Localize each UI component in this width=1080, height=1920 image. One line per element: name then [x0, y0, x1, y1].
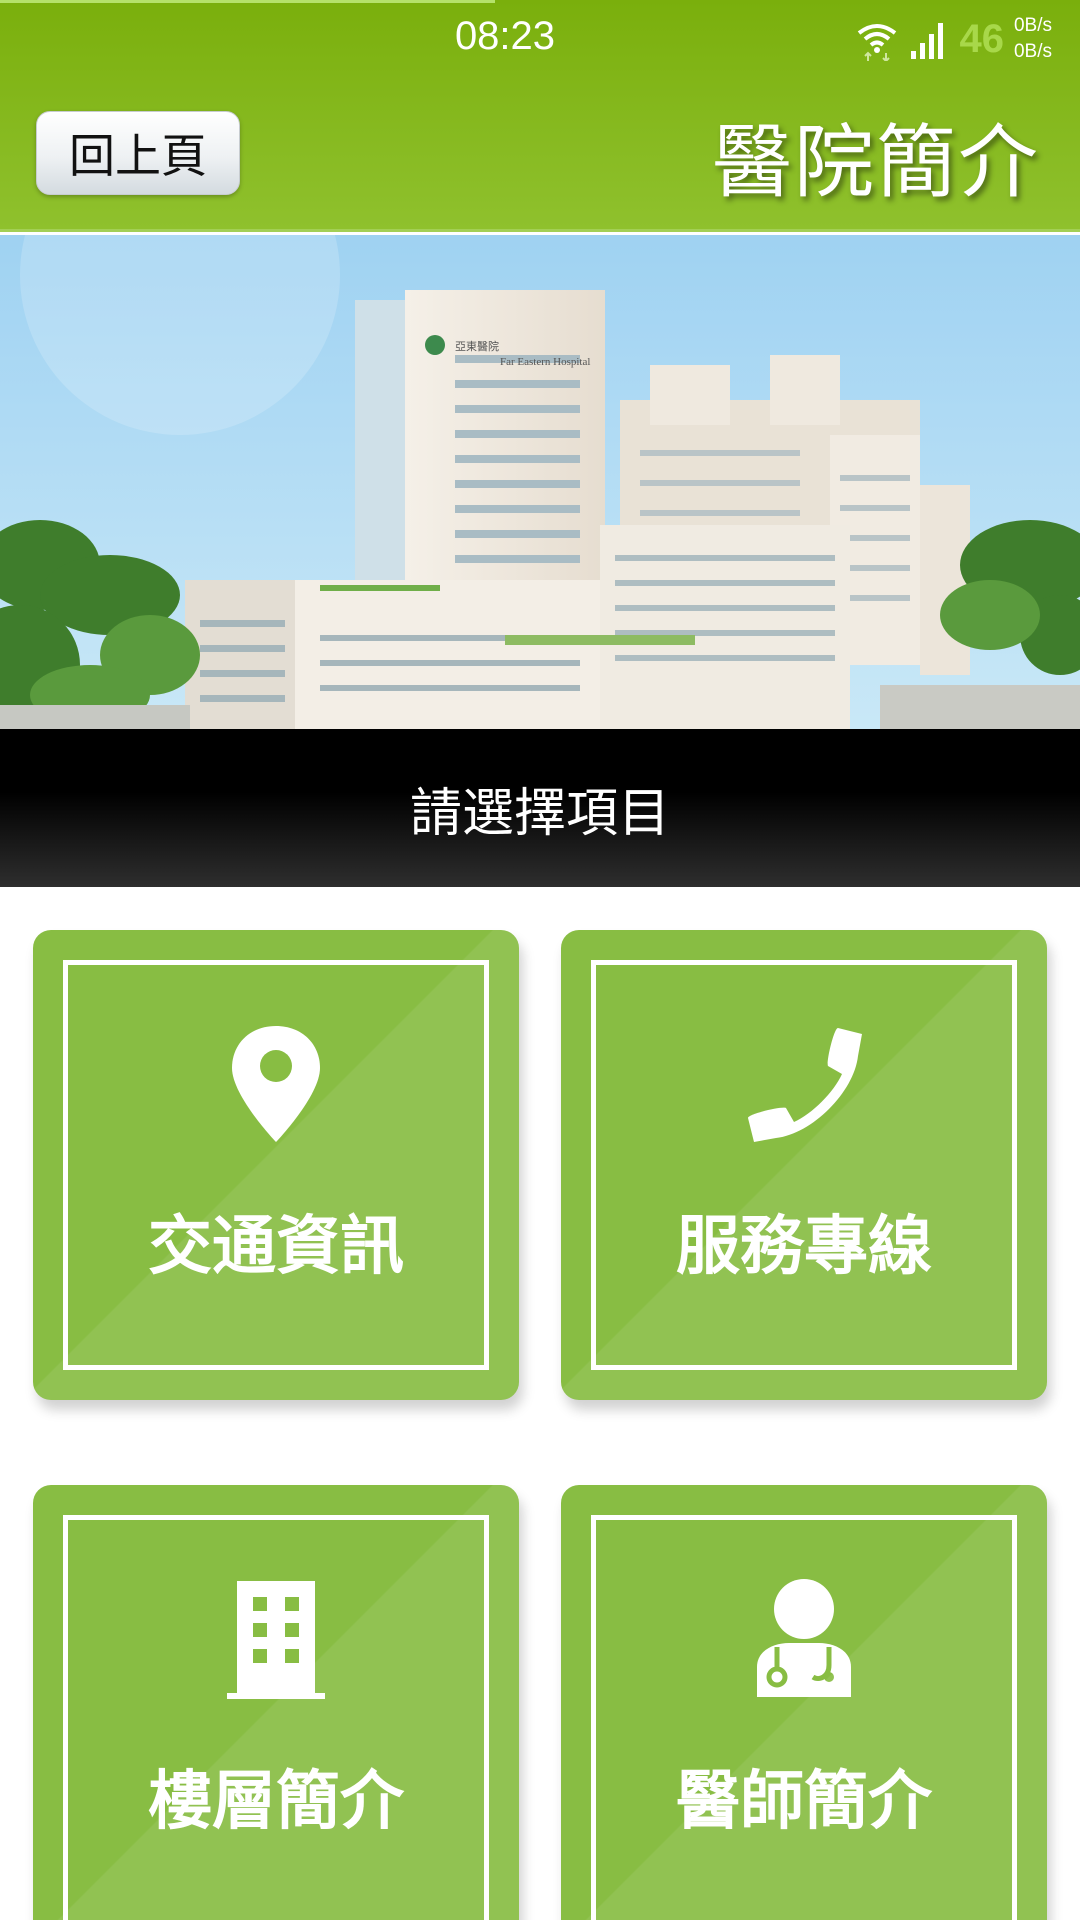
tile-label: 服務專線 [676, 1210, 932, 1284]
hospital-logo [425, 335, 445, 355]
network-type-badge: 46 [959, 16, 1004, 61]
cellular-signal-icon [909, 17, 949, 61]
app-header: 08:23 46 0B/s 0B/s 回上頁 醫院簡介 [0, 0, 1080, 232]
phone-icon [561, 1022, 1047, 1146]
upload-speed: 0B/s [1013, 15, 1052, 36]
menu-tile-traffic-info[interactable]: 交通資訊 [33, 930, 519, 1400]
wifi-icon [855, 17, 899, 61]
building-icon [33, 1577, 519, 1701]
download-speed: 0B/s [1013, 41, 1052, 62]
doctor-icon [561, 1577, 1047, 1701]
map-pin-icon [33, 1022, 519, 1146]
tile-frame [63, 1515, 489, 1920]
select-prompt: 請選擇項目 [0, 729, 1080, 887]
network-speed: 0B/s 0B/s [1014, 13, 1052, 65]
tile-label: 交通資訊 [148, 1210, 404, 1284]
page-load-progress [0, 0, 495, 3]
menu-tile-service-hotline[interactable]: 服務專線 [561, 930, 1047, 1400]
hospital-photo: 亞東醫院 Far Eastern Hospital [0, 235, 1080, 729]
tile-label: 樓層簡介 [148, 1765, 404, 1839]
hospital-sign-english: Far Eastern Hospital [500, 356, 590, 368]
menu-tile-floor-guide[interactable]: 樓層簡介 [33, 1485, 519, 1920]
tile-frame [591, 1515, 1017, 1920]
menu-tile-doctor-info[interactable]: 醫師簡介 [561, 1485, 1047, 1920]
tile-label: 醫師簡介 [676, 1765, 932, 1839]
status-icons: 46 0B/s 0B/s [855, 14, 1052, 64]
page-title: 醫院簡介 [712, 116, 1040, 209]
hospital-sign-chinese: 亞東醫院 [455, 339, 499, 353]
back-button[interactable]: 回上頁 [36, 111, 240, 195]
